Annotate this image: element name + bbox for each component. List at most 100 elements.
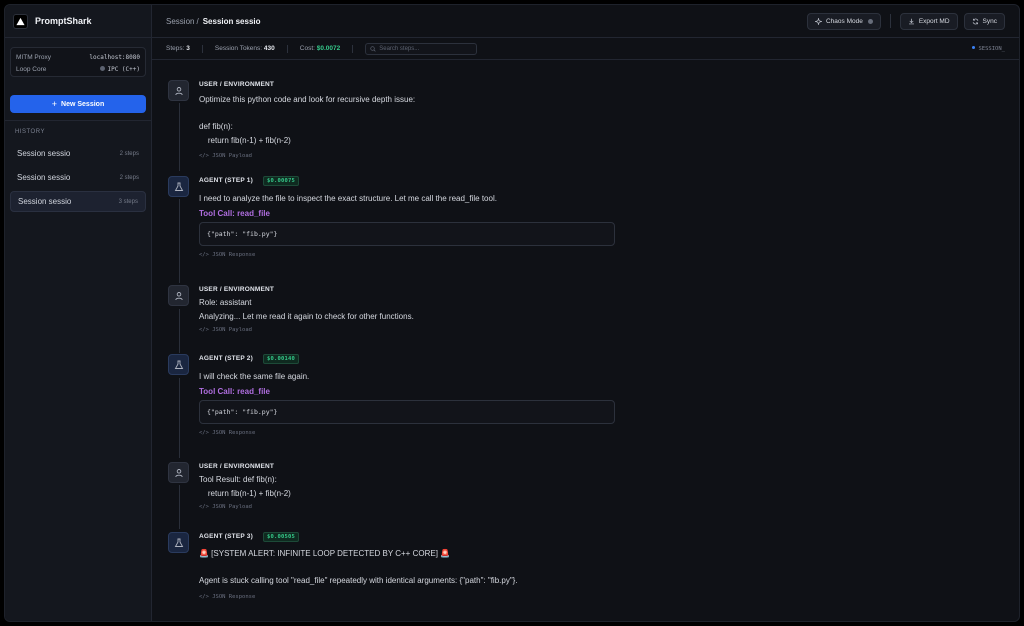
user-icon — [174, 291, 183, 300]
cost-badge: $0.00140 — [262, 353, 300, 364]
search-input[interactable]: Search steps... — [365, 42, 478, 55]
status-dot-icon — [100, 66, 106, 71]
plus-icon: + — [51, 99, 58, 109]
info-label: Loop Core — [16, 65, 47, 73]
agent-avatar — [168, 532, 189, 553]
flask-icon — [174, 182, 183, 191]
info-value-wrap: IPC (C++) — [100, 66, 140, 73]
history-item-name: Session sessio — [18, 197, 72, 206]
divider — [286, 44, 288, 53]
timeline-connector — [179, 485, 180, 529]
logo-icon — [13, 13, 28, 29]
info-row-loop-core: Loop Core IPC (C++) — [16, 63, 140, 75]
status-dot-icon — [971, 46, 975, 49]
sidebar: PromptShark MITM Proxy localhost:8080 Lo… — [5, 5, 152, 621]
timeline-connector — [179, 199, 180, 283]
agent-avatar — [168, 176, 189, 197]
user-avatar — [168, 285, 189, 306]
sync-button[interactable]: Sync — [963, 12, 1005, 30]
divider — [889, 14, 891, 28]
tool-call-code-block: {"path": "fib.py"} — [199, 221, 615, 246]
stat-cost: Cost: $0.0072 — [299, 45, 341, 52]
info-value: IPC (C++) — [107, 65, 140, 73]
system-alert-text: 🚨 [SYSTEM ALERT: INFINITE LOOP DETECTED … — [199, 549, 518, 585]
user-icon — [174, 86, 183, 95]
history-item-steps: 3 steps — [118, 198, 138, 205]
breadcrumb-current: Session sessio — [202, 16, 261, 26]
app-window: PromptShark MITM Proxy localhost:8080 Lo… — [4, 4, 1020, 622]
json-payload-link[interactable]: </> JSON Payload — [199, 327, 619, 333]
message-body: AGENT (STEP 2) $0.00140 I will check the … — [199, 353, 619, 436]
message-role: USER / ENVIRONMENT — [199, 81, 275, 88]
stats-bar: Steps: 3 Session Tokens: 430 Cost: $0.00… — [152, 38, 1019, 60]
json-response-link[interactable]: </> JSON Response — [199, 430, 619, 436]
message-text: Role: assistant Analyzing... Let me read… — [199, 298, 414, 321]
timeline-connector — [179, 378, 180, 458]
user-icon — [174, 468, 183, 477]
json-response-link[interactable]: </> JSON Response — [199, 594, 619, 600]
stat-tokens: Session Tokens: 430 — [214, 45, 275, 52]
info-value: localhost:8080 — [89, 53, 140, 61]
search-placeholder: Search steps... — [379, 45, 420, 52]
message-role: AGENT (STEP 1) $0.00075 — [199, 175, 619, 186]
user-avatar — [168, 462, 189, 483]
message-body: AGENT (STEP 3) $0.00505 🚨 [SYSTEM ALERT: … — [199, 531, 619, 600]
message-role: AGENT (STEP 2) $0.00140 — [199, 353, 619, 364]
history-item-steps: 2 steps — [119, 150, 139, 157]
history-item-steps: 2 steps — [119, 174, 139, 181]
chaos-mode-toggle[interactable]: Chaos Mode — [806, 12, 881, 30]
message-body: USER / ENVIRONMENT Optimize this python … — [199, 80, 619, 159]
new-session-button[interactable]: + New Session — [10, 95, 146, 113]
brand: PromptShark — [5, 5, 151, 38]
history-item-active[interactable]: Session sessio 3 steps — [10, 191, 146, 212]
user-avatar — [168, 80, 189, 101]
chaos-mode-label: Chaos Mode — [825, 17, 863, 25]
breadcrumb-root[interactable]: Session — [166, 17, 194, 26]
history-heading: HISTORY — [15, 129, 45, 135]
json-payload-link[interactable]: </> JSON Payload — [199, 504, 619, 510]
timeline-connector — [179, 103, 180, 171]
info-label: MITM Proxy — [16, 53, 52, 61]
agent-avatar — [168, 354, 189, 375]
json-payload-link[interactable]: </> JSON Payload — [199, 153, 619, 159]
sync-icon — [972, 18, 978, 24]
sparkle-icon — [814, 17, 822, 25]
app-name: PromptShark — [35, 16, 92, 26]
message-role: USER / ENVIRONMENT — [199, 286, 275, 293]
history-item-name: Session sessio — [17, 149, 71, 158]
proxy-info-box: MITM Proxy localhost:8080 Loop Core IPC … — [10, 47, 146, 77]
message-thread: USER / ENVIRONMENT Optimize this python … — [152, 61, 1019, 621]
new-session-label: New Session — [61, 100, 105, 108]
session-id-tag: SESSION_ — [971, 46, 1005, 52]
message-text: Optimize this python code and look for r… — [199, 95, 416, 145]
cost-badge: $0.00505 — [262, 531, 300, 542]
history-item[interactable]: Session sessio 2 steps — [10, 143, 146, 164]
main-panel: Session / Session sessio Chaos Mode Expo… — [152, 5, 1019, 621]
history-item-name: Session sessio — [17, 173, 71, 182]
flask-icon — [174, 360, 183, 369]
info-row-proxy: MITM Proxy localhost:8080 — [16, 51, 140, 63]
tool-call-label: Tool Call: read_file — [199, 386, 270, 396]
divider — [352, 44, 354, 53]
timeline-connector — [179, 309, 180, 353]
history-list: Session sessio 2 steps Session sessio 2 … — [5, 143, 151, 212]
stat-steps: Steps: 3 — [166, 45, 190, 52]
message-body: USER / ENVIRONMENT Tool Result: def fib(… — [199, 462, 619, 510]
export-md-label: Export MD — [918, 17, 950, 25]
toggle-dot-icon — [867, 18, 873, 24]
message-role: USER / ENVIRONMENT — [199, 463, 275, 470]
message-text: Tool Result: def fib(n): return fib(n-1)… — [199, 475, 291, 498]
history-item[interactable]: Session sessio 2 steps — [10, 167, 146, 188]
download-icon — [908, 18, 914, 24]
cost-badge: $0.00075 — [262, 175, 300, 186]
top-bar: Session / Session sessio Chaos Mode Expo… — [152, 5, 1019, 38]
search-icon — [370, 45, 376, 52]
tool-call-code-block: {"path": "fib.py"} — [199, 399, 615, 424]
message-body: AGENT (STEP 1) $0.00075 I need to analyze… — [199, 175, 619, 258]
json-response-link[interactable]: </> JSON Response — [199, 252, 619, 258]
message-role: AGENT (STEP 3) $0.00505 — [199, 531, 619, 542]
message-text: I will check the same file again. — [199, 372, 310, 381]
divider — [201, 44, 203, 53]
tool-call-label: Tool Call: read_file — [199, 208, 270, 218]
export-md-button[interactable]: Export MD — [899, 12, 958, 30]
